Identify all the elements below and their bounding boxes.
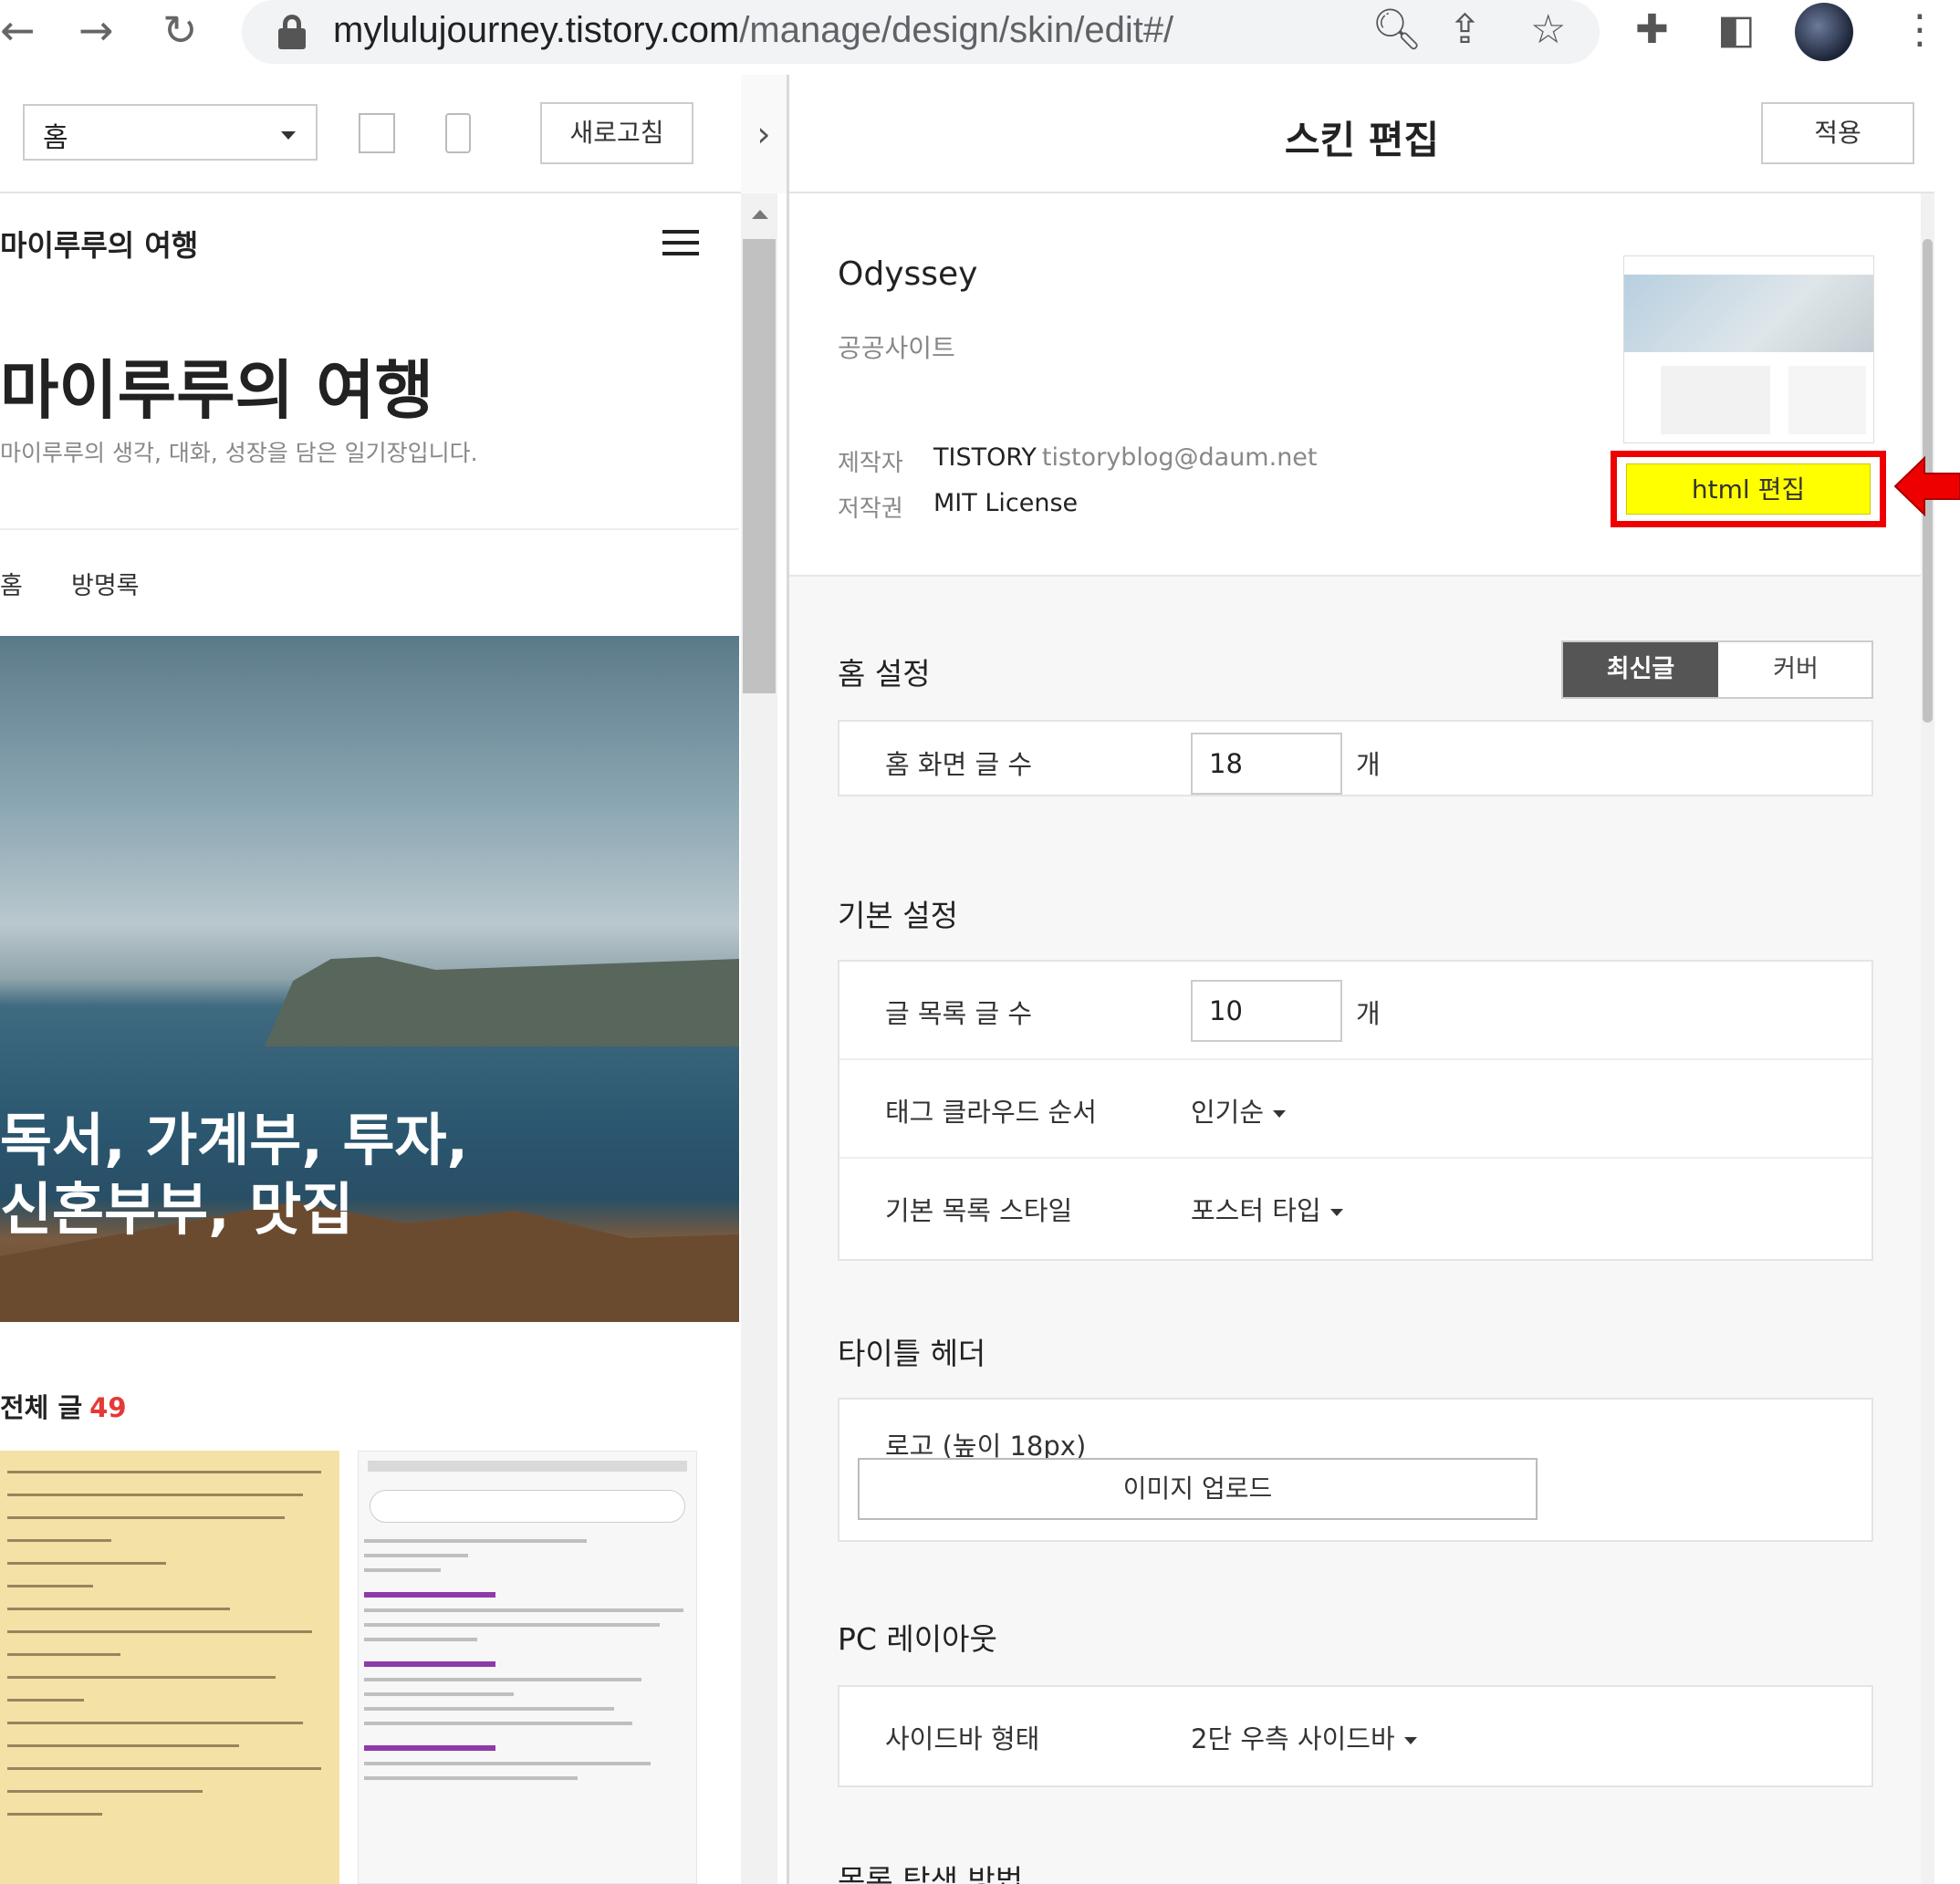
- hero-caption: 독서, 가계부, 투자, 신혼부부, 맛집: [0, 1106, 468, 1244]
- all-posts-heading: 전체 글 49: [0, 1387, 127, 1425]
- blog-description: 마이루루의 생각, 대화, 성장을 담은 일기장입니다.: [0, 440, 478, 466]
- hero-image: 독서, 가계부, 투자, 신혼부부, 맛집: [0, 636, 739, 1322]
- blog-preview: 마이루루의 여행 마이루루의 여행 마이루루의 생각, 대화, 성장을 담은 일…: [0, 193, 741, 1884]
- all-posts-label: 전체 글: [0, 1392, 83, 1423]
- sidebar-dropdown[interactable]: 2단 우측 사이드바: [1191, 1718, 1417, 1756]
- skin-name: Odyssey: [838, 255, 978, 293]
- tag-cloud-value: 인기순: [1191, 1097, 1265, 1128]
- forward-icon[interactable]: →: [78, 7, 114, 53]
- list-style-row: 기본 목록 스타일 포스터 타입: [839, 1159, 1871, 1257]
- author-label: 제작자: [838, 450, 903, 477]
- home-settings-box: 홈 화면 글 수 18 개: [838, 720, 1873, 796]
- basic-settings-box: 글 목록 글 수 10 개 태그 클라우드 순서 인기순 기본 목록 스타일 포…: [838, 960, 1873, 1261]
- hamburger-menu-icon[interactable]: [662, 230, 699, 263]
- list-navigation-title: 목록 탐색 방법: [838, 1863, 1024, 1884]
- blog-title: 마이루루의 여행: [0, 353, 434, 428]
- red-arrow-annotation-icon: [1893, 456, 1960, 516]
- hero-caption-line1: 독서, 가계부, 투자,: [0, 1107, 469, 1173]
- html-edit-highlight-box: html 편집: [1611, 451, 1886, 527]
- bookmark-star-icon[interactable]: ☆: [1530, 7, 1566, 53]
- license-value: MIT License: [933, 489, 1079, 517]
- url-text[interactable]: mylulujourney.tistory.com/manage/design/…: [333, 7, 1173, 53]
- skin-info-card: Odyssey 공공사이트 제작자 TISTORY tistoryblog@dau…: [789, 193, 1921, 577]
- tag-cloud-row: 태그 클라우드 순서 인기순: [839, 1060, 1871, 1159]
- title-header-box: 로고 (높이 18px) 이미지 업로드: [838, 1398, 1873, 1542]
- home-post-count-unit: 개: [1356, 749, 1381, 780]
- preview-scrollbar[interactable]: [741, 193, 777, 1884]
- list-style-value: 포스터 타입: [1191, 1195, 1321, 1226]
- mobile-view-icon[interactable]: [445, 113, 471, 153]
- post-thumbnail[interactable]: [0, 1451, 339, 1884]
- sidebar-value: 2단 우측 사이드바: [1191, 1723, 1395, 1754]
- page-select-value: 홈: [43, 122, 68, 154]
- all-posts-count: 49: [89, 1392, 127, 1423]
- tag-cloud-label: 태그 클라우드 순서: [885, 1097, 1097, 1128]
- home-post-count-input[interactable]: 18: [1191, 733, 1342, 795]
- chevron-down-icon: [1329, 1209, 1343, 1216]
- sidebar-label: 사이드바 형태: [885, 1723, 1040, 1754]
- home-post-count-label: 홈 화면 글 수: [885, 749, 1033, 780]
- license-label: 저작권: [838, 495, 903, 523]
- zoom-icon[interactable]: 🔍︎: [1371, 7, 1423, 53]
- pc-layout-box: 사이드바 형태 2단 우측 사이드바: [838, 1685, 1873, 1787]
- list-style-label: 기본 목록 스타일: [885, 1195, 1073, 1226]
- sidebar-row: 사이드바 형태 2단 우측 사이드바: [839, 1687, 1871, 1785]
- html-edit-button[interactable]: html 편집: [1626, 463, 1871, 515]
- menu-item-guestbook[interactable]: 방명록: [71, 566, 140, 601]
- address-bar[interactable]: mylulujourney.tistory.com/manage/design/…: [242, 0, 1600, 64]
- settings-scrollbar[interactable]: [1921, 193, 1934, 1884]
- menu-item-home[interactable]: 홈: [0, 566, 23, 601]
- more-menu-icon[interactable]: ⋮: [1900, 7, 1940, 53]
- post-count-unit: 개: [1356, 998, 1381, 1029]
- post-thumbnail[interactable]: [358, 1451, 697, 1884]
- post-count-row: 글 목록 글 수 10 개: [839, 962, 1871, 1060]
- browser-toolbar: ← → ↻ mylulujourney.tistory.com/manage/d…: [0, 0, 1960, 64]
- pc-layout-title: PC 레이아웃: [838, 1621, 997, 1657]
- reload-icon[interactable]: ↻: [162, 7, 198, 53]
- refresh-button[interactable]: 새로고침: [540, 102, 693, 164]
- chevron-down-icon: [1273, 1110, 1287, 1118]
- share-icon[interactable]: ⇪: [1448, 7, 1482, 53]
- chevron-down-icon: [1403, 1737, 1417, 1744]
- scrollbar-thumb[interactable]: [743, 239, 776, 693]
- lock-icon[interactable]: [278, 15, 306, 49]
- back-icon[interactable]: ←: [0, 7, 36, 53]
- extensions-icon[interactable]: ✚: [1635, 7, 1669, 53]
- scroll-up-icon[interactable]: [752, 210, 768, 219]
- preview-toolbar: 홈 새로고침: [0, 75, 741, 193]
- skin-edit-header: 스킨 편집 적용: [789, 75, 1934, 193]
- list-style-dropdown[interactable]: 포스터 타입: [1191, 1190, 1343, 1228]
- skin-settings-panel: Odyssey 공공사이트 제작자 TISTORY tistoryblog@dau…: [789, 193, 1921, 1884]
- page-select[interactable]: 홈: [23, 104, 318, 161]
- image-upload-button[interactable]: 이미지 업로드: [858, 1458, 1538, 1520]
- author-value: TISTORY tistoryblog@daum.net: [933, 443, 1318, 472]
- chevron-down-icon: [281, 131, 296, 140]
- blog-header-name[interactable]: 마이루루의 여행: [0, 223, 198, 265]
- tab-cover[interactable]: 커버: [1718, 642, 1873, 697]
- tab-latest-posts[interactable]: 최신글: [1563, 642, 1718, 697]
- tag-cloud-dropdown[interactable]: 인기순: [1191, 1091, 1287, 1129]
- side-panel-icon[interactable]: ◧: [1717, 7, 1756, 53]
- home-settings-title: 홈 설정: [838, 656, 931, 692]
- header-divider: [0, 528, 739, 530]
- skin-category: 공공사이트: [838, 333, 955, 363]
- post-count-label: 글 목록 글 수: [885, 998, 1033, 1029]
- author-email: tistoryblog@daum.net: [1041, 443, 1318, 472]
- home-post-count-row: 홈 화면 글 수 18 개: [839, 722, 1871, 795]
- basic-settings-title: 기본 설정: [838, 898, 958, 933]
- collapse-preview-icon[interactable]: ›: [741, 75, 787, 193]
- profile-avatar[interactable]: [1795, 3, 1853, 61]
- apply-button[interactable]: 적용: [1761, 102, 1914, 164]
- skin-thumbnail: [1623, 255, 1874, 443]
- tablet-view-icon[interactable]: [359, 113, 395, 153]
- title-header-title: 타이틀 헤더: [838, 1336, 986, 1371]
- home-type-tabs: 최신글 커버: [1561, 640, 1873, 699]
- post-count-input[interactable]: 10: [1191, 980, 1342, 1042]
- hero-caption-line2: 신혼부부, 맛집: [0, 1176, 354, 1243]
- author-name: TISTORY: [933, 443, 1037, 472]
- cliff-shape: [265, 956, 739, 1046]
